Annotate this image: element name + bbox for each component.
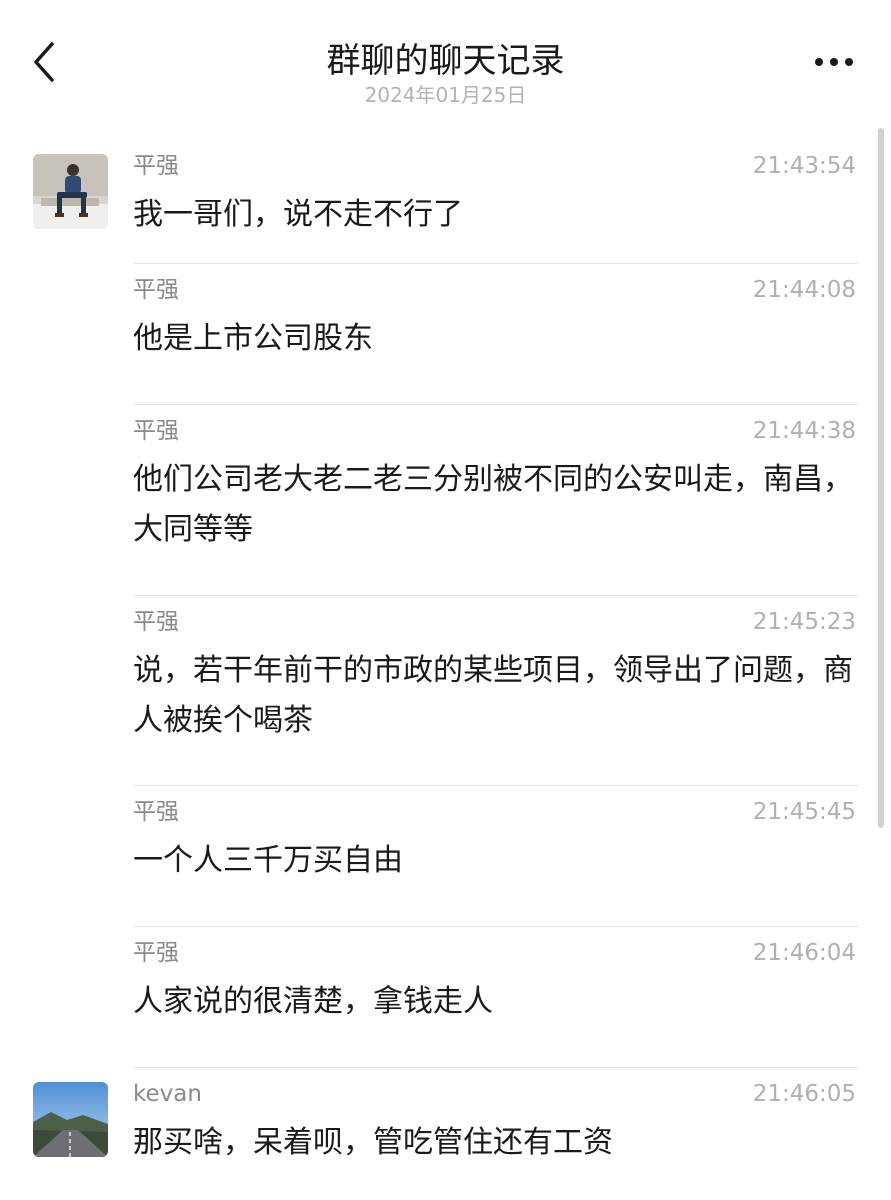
message-item: kevan 21:46:05 那买啥，呆着呗，管吃管住还有工资 xyxy=(0,1068,891,1198)
message-text: 人家说的很清楚，拿钱走人 xyxy=(133,984,493,1019)
message-time: 21:44:08 xyxy=(752,277,856,303)
more-horizontal-icon xyxy=(815,58,853,66)
avatar[interactable] xyxy=(33,154,108,229)
message-time: 21:43:54 xyxy=(752,153,856,179)
page-title: 群聊的聊天记录 xyxy=(326,41,565,81)
sender-name: 平强 xyxy=(133,940,179,966)
message-text: 他是上市公司股东 xyxy=(133,321,373,356)
sender-name: kevan xyxy=(133,1081,202,1107)
message-list: 平强 21:43:54 我一哥们，说不走不行了 平强 21:44:08 他是上市… xyxy=(0,140,891,1198)
scrollbar[interactable] xyxy=(878,128,884,828)
sender-name: 平强 xyxy=(133,799,179,825)
more-button[interactable] xyxy=(808,44,860,80)
message-time: 21:46:04 xyxy=(752,940,856,966)
message-text: 一个人三千万买自由 xyxy=(133,843,403,878)
message-item: 平强 21:43:54 我一哥们，说不走不行了 xyxy=(0,140,891,264)
message-text: 那买啥，呆着呗，管吃管住还有工资 xyxy=(133,1125,613,1160)
sender-name: 平强 xyxy=(133,277,179,303)
message-item: 平强 21:45:45 一个人三千万买自由 xyxy=(0,786,891,927)
message-item: 平强 21:46:04 人家说的很清楚，拿钱走人 xyxy=(0,927,891,1068)
top-bar: 群聊的聊天记录 2024年01月25日 xyxy=(0,0,891,130)
sender-name: 平强 xyxy=(133,153,179,179)
message-text: 说，若干年前干的市政的某些项目，领导出了问题，商人被挨个喝茶 xyxy=(133,653,853,738)
message-text: 他们公司老大老二老三分别被不同的公安叫走，南昌，大同等等 xyxy=(133,462,853,547)
avatar[interactable] xyxy=(33,1082,108,1157)
sender-name: 平强 xyxy=(133,609,179,635)
message-item: 平强 21:44:38 他们公司老大老二老三分别被不同的公安叫走，南昌，大同等等 xyxy=(0,405,891,596)
road-landscape-avatar-image xyxy=(33,1082,108,1157)
message-time: 21:45:45 xyxy=(752,799,856,825)
message-time: 21:45:23 xyxy=(752,609,856,635)
chat-date: 2024年01月25日 xyxy=(364,83,527,107)
message-time: 21:46:05 xyxy=(752,1081,856,1107)
message-item: 平强 21:44:08 他是上市公司股东 xyxy=(0,264,891,405)
message-time: 21:44:38 xyxy=(752,418,856,444)
sender-name: 平强 xyxy=(133,418,179,444)
message-text: 我一哥们，说不走不行了 xyxy=(133,197,463,232)
message-item: 平强 21:45:23 说，若干年前干的市政的某些项目，领导出了问题，商人被挨个… xyxy=(0,596,891,786)
person-sitting-avatar-image xyxy=(33,154,108,229)
